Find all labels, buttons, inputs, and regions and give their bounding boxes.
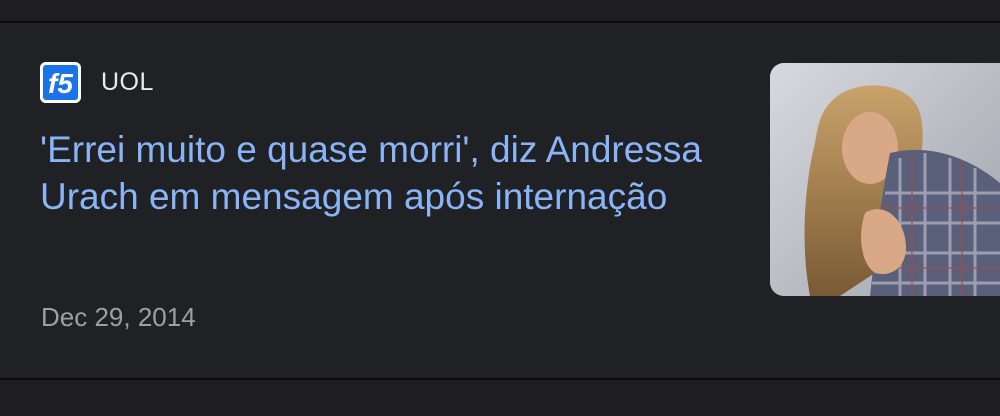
source-name: UOL (101, 68, 154, 96)
logo-text: f5 (48, 68, 73, 99)
top-separator (0, 0, 1000, 23)
article-thumbnail-image[interactable] (770, 63, 1000, 296)
article-headline-link[interactable]: 'Errei muito e quase morri', diz Andress… (40, 126, 740, 220)
bottom-separator (0, 378, 1000, 416)
article-date: Dec 29, 2014 (41, 302, 196, 332)
f5-logo-icon: f5 (40, 62, 81, 103)
source-row: f5 UOL (40, 62, 154, 103)
